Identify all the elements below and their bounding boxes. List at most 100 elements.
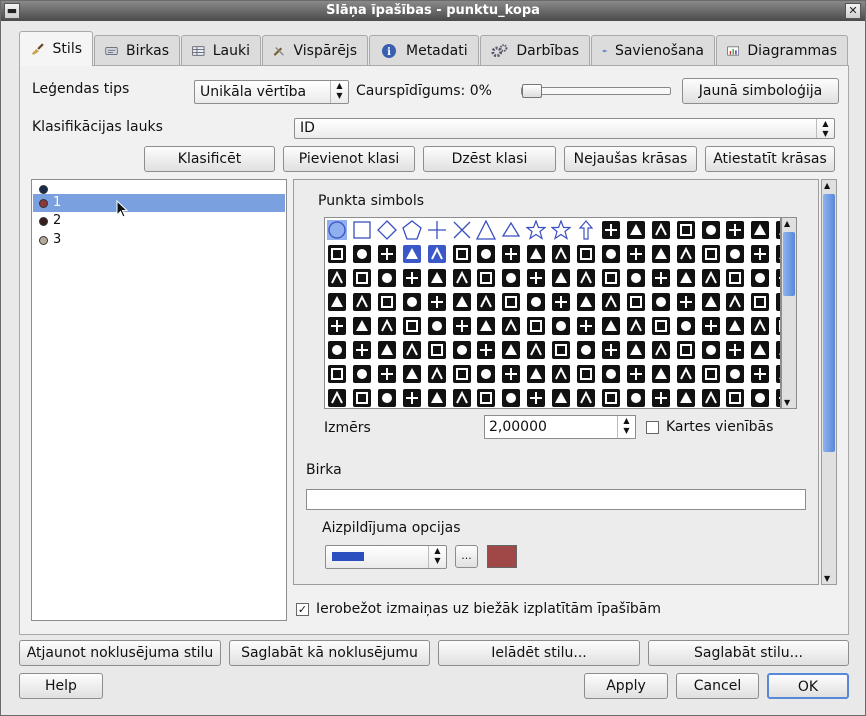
- symbol-cell[interactable]: [626, 244, 646, 264]
- symbol-cell[interactable]: [402, 316, 422, 336]
- symbol-cell[interactable]: [676, 292, 696, 312]
- symbol-cell[interactable]: [402, 340, 422, 360]
- symbol-cell[interactable]: [576, 364, 596, 384]
- symbol-cell[interactable]: [551, 340, 571, 360]
- symbol-cell[interactable]: [352, 388, 372, 408]
- symbol-cell[interactable]: [725, 268, 745, 288]
- symbol-cell[interactable]: [576, 220, 596, 240]
- symbol-cell[interactable]: [576, 316, 596, 336]
- symbol-cell[interactable]: [701, 220, 721, 240]
- symbol-cell[interactable]: [676, 220, 696, 240]
- symbol-cell[interactable]: [601, 364, 621, 384]
- slider-handle[interactable]: [522, 84, 542, 98]
- symbol-cell[interactable]: [601, 220, 621, 240]
- symbol-cell[interactable]: [651, 364, 671, 384]
- symbol-cell[interactable]: [427, 244, 447, 264]
- symbol-cell[interactable]: [327, 316, 347, 336]
- reset-colors-button[interactable]: Atiestatīt krāsas: [705, 146, 835, 172]
- symbol-cell[interactable]: [526, 316, 546, 336]
- symbol-cell[interactable]: [701, 292, 721, 312]
- symbol-cell[interactable]: [626, 268, 646, 288]
- symbol-cell[interactable]: [402, 364, 422, 384]
- symbol-cell[interactable]: [476, 364, 496, 384]
- symbol-cell[interactable]: [651, 292, 671, 312]
- save-style-button[interactable]: Saglabāt stilu...: [648, 640, 849, 666]
- symbol-cell[interactable]: [376, 220, 397, 240]
- symbol-cell[interactable]: [526, 388, 546, 408]
- class-list[interactable]: 1 2 3: [31, 179, 287, 621]
- random-colors-button[interactable]: Nejaušas krāsas: [564, 146, 697, 172]
- restore-default-style-button[interactable]: Atjaunot noklusējuma stilu: [19, 640, 221, 666]
- symbol-cell[interactable]: [701, 268, 721, 288]
- symbol-cell[interactable]: [576, 340, 596, 360]
- transparency-slider[interactable]: [521, 84, 671, 98]
- tab-metadata[interactable]: i Metadati: [369, 35, 479, 65]
- symbol-cell[interactable]: [377, 364, 397, 384]
- symbol-cell[interactable]: [651, 388, 671, 408]
- symbol-cell[interactable]: [452, 220, 472, 240]
- tab-style[interactable]: Stils: [19, 31, 93, 66]
- symbol-cell[interactable]: [725, 364, 745, 384]
- symbol-cell[interactable]: [551, 388, 571, 408]
- symbol-cell[interactable]: [452, 340, 472, 360]
- symbol-cell[interactable]: [676, 388, 696, 408]
- symbol-cell[interactable]: [476, 219, 497, 240]
- symbol-cell[interactable]: [402, 292, 422, 312]
- symbol-cell[interactable]: [501, 220, 521, 240]
- symbol-cell[interactable]: [476, 268, 496, 288]
- scroll-up-icon[interactable]: ▲: [824, 181, 830, 190]
- symbol-cell[interactable]: [701, 364, 721, 384]
- scrollbar-thumb[interactable]: [823, 194, 835, 452]
- symbol-cell[interactable]: [626, 292, 646, 312]
- symbol-cell[interactable]: [352, 364, 372, 384]
- tab-actions[interactable]: Darbības: [480, 35, 590, 65]
- symbol-cell[interactable]: [550, 219, 572, 240]
- symbol-cell[interactable]: [377, 268, 397, 288]
- restrict-checkbox[interactable]: ✓: [296, 603, 309, 616]
- symbol-cell[interactable]: [352, 244, 372, 264]
- symbol-cell[interactable]: [327, 268, 347, 288]
- symbol-cell[interactable]: [352, 340, 372, 360]
- symbol-cell[interactable]: [750, 364, 770, 384]
- settings-scrollbar[interactable]: ▲ ▼: [821, 179, 837, 585]
- tab-joins[interactable]: Savienošana: [591, 35, 715, 65]
- symbol-cell[interactable]: [377, 292, 397, 312]
- symbol-cell[interactable]: [427, 364, 447, 384]
- scrollbar-thumb[interactable]: [783, 232, 795, 296]
- symbol-cell[interactable]: [676, 268, 696, 288]
- symbol-cell[interactable]: [526, 268, 546, 288]
- symbol-cell[interactable]: [626, 340, 646, 360]
- symbol-cell[interactable]: [452, 244, 472, 264]
- symbol-cell[interactable]: [551, 292, 571, 312]
- symbol-cell[interactable]: [352, 292, 372, 312]
- symbol-cell[interactable]: [626, 316, 646, 336]
- symbol-cell[interactable]: [501, 316, 521, 336]
- symbol-cell[interactable]: [377, 244, 397, 264]
- symbol-cell[interactable]: [476, 316, 496, 336]
- symbol-cell[interactable]: [725, 244, 745, 264]
- legend-type-select[interactable]: Unikāla vērtība ▲ ▼: [194, 80, 349, 104]
- symbol-cell[interactable]: [601, 340, 621, 360]
- close-button[interactable]: ✕: [845, 3, 861, 19]
- symbol-cell[interactable]: [651, 268, 671, 288]
- symbol-cell[interactable]: [501, 268, 521, 288]
- list-item[interactable]: 2: [33, 212, 285, 230]
- symbol-cell[interactable]: [427, 316, 447, 336]
- symbol-cell[interactable]: [750, 268, 770, 288]
- symbol-cell[interactable]: [427, 220, 447, 240]
- symbol-cell[interactable]: [551, 364, 571, 384]
- symbol-cell[interactable]: [601, 292, 621, 312]
- symbol-cell[interactable]: [327, 364, 347, 384]
- symbol-cell[interactable]: [402, 388, 422, 408]
- label-input[interactable]: [306, 489, 806, 510]
- symbol-cell[interactable]: [377, 316, 397, 336]
- tab-fields[interactable]: Lauki: [181, 35, 261, 65]
- symbol-cell[interactable]: [501, 244, 521, 264]
- new-symbology-button[interactable]: Jaunā simboloģija: [682, 78, 839, 104]
- symbol-cell[interactable]: [601, 244, 621, 264]
- tab-labels[interactable]: Birkas: [94, 35, 180, 65]
- symbol-cell[interactable]: [476, 388, 496, 408]
- symbol-cell[interactable]: [576, 292, 596, 312]
- classification-field-select[interactable]: ID ▲ ▼: [294, 118, 835, 139]
- spin-arrows-icon[interactable]: ▲ ▼: [617, 416, 635, 438]
